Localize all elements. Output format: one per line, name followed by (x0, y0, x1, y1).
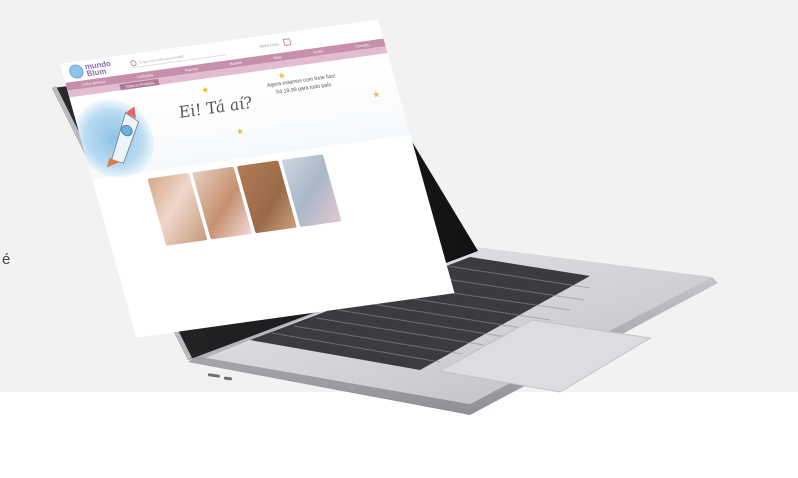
usb-port-2 (223, 376, 232, 381)
nav-item[interactable]: Mais (273, 55, 282, 60)
nav-item[interactable]: Contato (355, 42, 369, 48)
search-icon (129, 59, 138, 67)
logo-line2: Blum (85, 66, 108, 78)
star-icon: ★ (200, 85, 211, 96)
star-icon: ★ (276, 71, 288, 82)
search-placeholder: O que você está procurando? (138, 53, 185, 65)
usb-port (207, 373, 220, 378)
account-link[interactable]: Minha conta (259, 41, 279, 48)
cart-icon[interactable] (282, 38, 292, 47)
star-icon: ★ (371, 90, 382, 101)
nav-item[interactable]: Outlet (313, 49, 324, 55)
star-icon: ★ (235, 126, 246, 138)
banner-message: Agora estamos com frete fixo! Só 19,99 p… (266, 73, 337, 96)
nav-item[interactable]: Bodies (230, 60, 243, 66)
banner-handwritten: Ei! Tá aí? (176, 93, 255, 123)
logo-badge-icon (67, 63, 86, 80)
nav-item[interactable]: Pijamas (184, 66, 199, 72)
